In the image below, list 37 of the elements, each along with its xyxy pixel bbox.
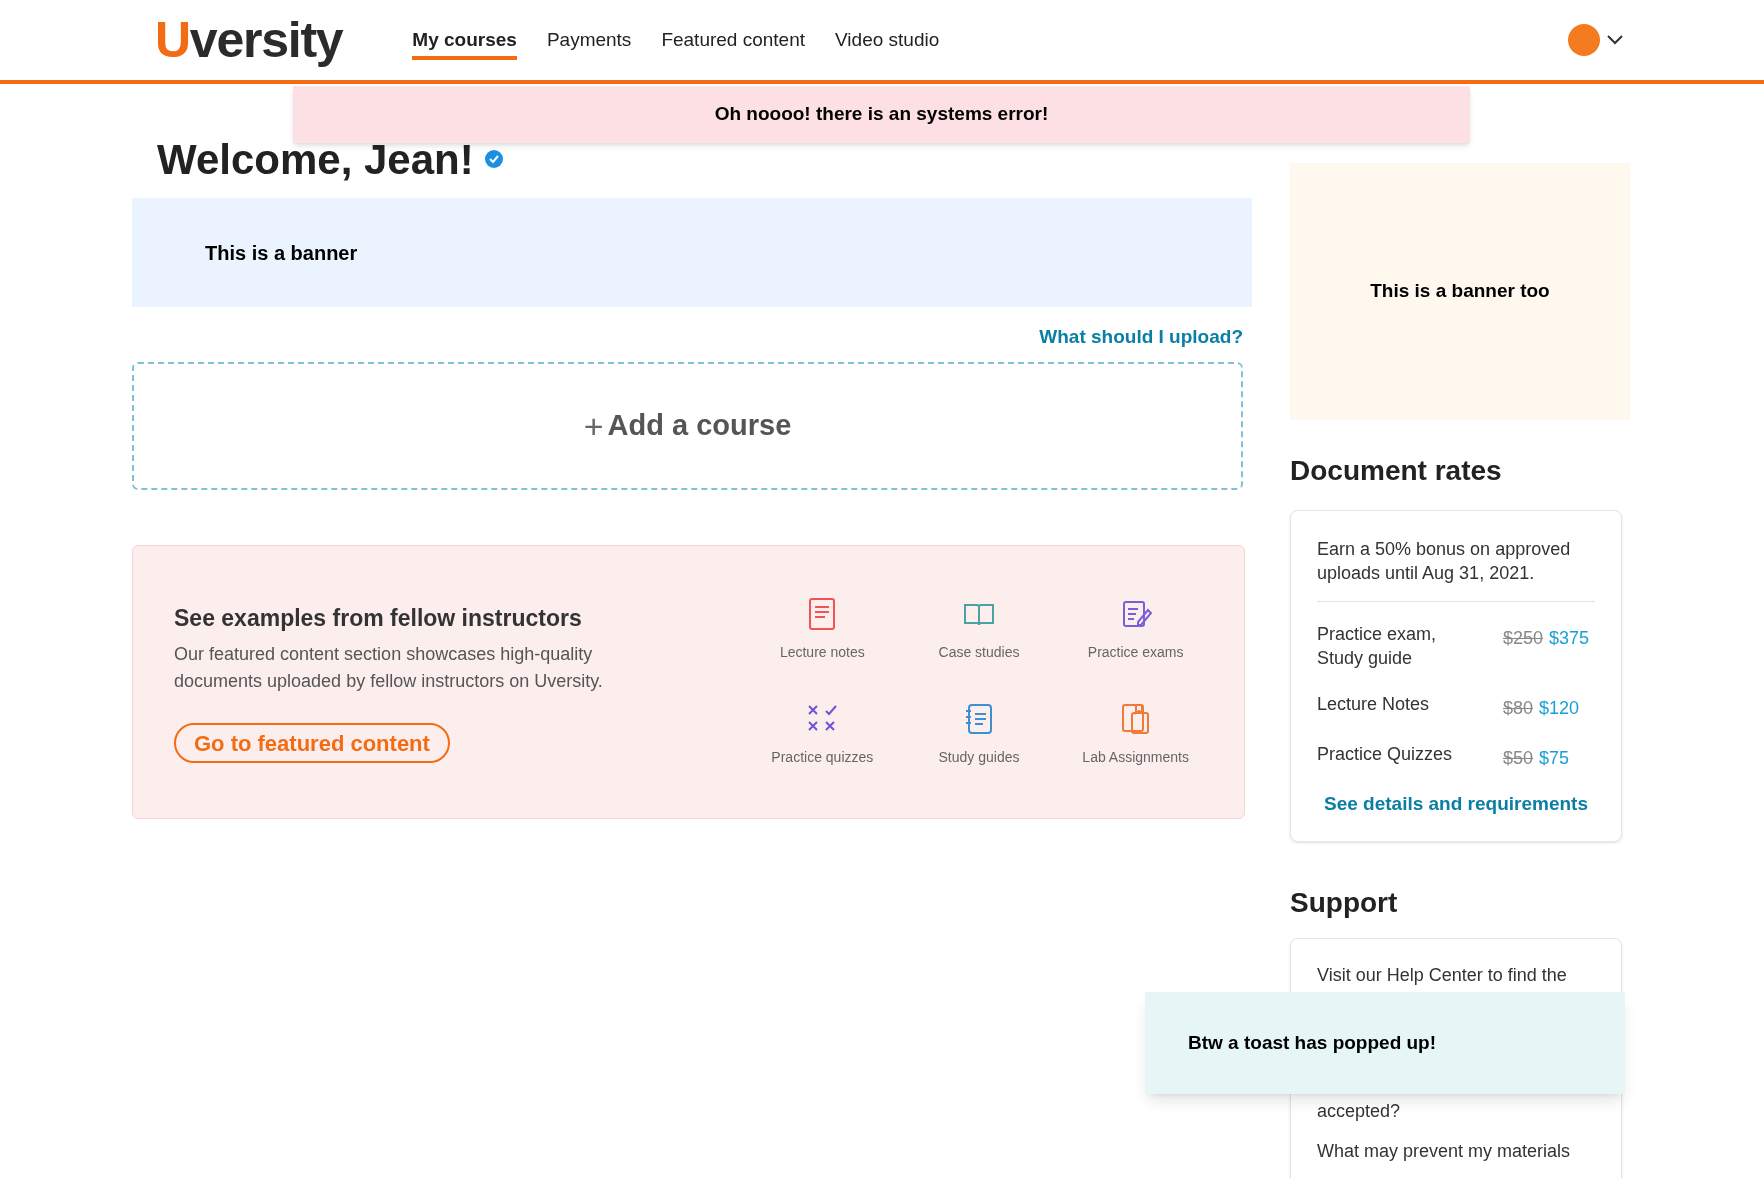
new-price: $375 <box>1549 627 1590 650</box>
section-heading: Document rates <box>1290 454 1503 488</box>
featured-title: See examples from fellow instructors <box>174 603 583 633</box>
nav-tab[interactable]: My courses <box>412 19 517 61</box>
upload-help-link[interactable]: What should I upload? <box>1039 323 1243 362</box>
old-price: $250 <box>1503 627 1544 650</box>
new-price: $120 <box>1539 697 1580 720</box>
content-type-label: Lab Assignments <box>1082 748 1189 767</box>
featured-description: Our featured content section showcases high-quality documents uploaded by fellow instructors on Uversity. <box>174 643 604 694</box>
add-course-button[interactable]: +Add a course <box>132 362 1243 490</box>
content-type-label: Practice exams <box>1087 643 1184 662</box>
support-text: What may prevent my materials <box>1317 1139 1572 1163</box>
avatar[interactable] <box>1568 24 1600 56</box>
nav-tab[interactable]: Payments <box>546 19 632 61</box>
rate-label: Practice Quizzes <box>1317 743 1454 766</box>
side-banner-text: This is a banner too <box>1370 279 1550 304</box>
old-price: $80 <box>1503 697 1534 720</box>
chevron-down-icon[interactable] <box>1606 34 1624 46</box>
rate-label: Lecture Notes <box>1317 693 1431 716</box>
error-alert: Oh noooo! there is an systems error! <box>293 86 1470 143</box>
bonus-text: Earn a 50% bonus on approved uploads until Aug 31, 2021. <box>1317 537 1595 602</box>
details-link[interactable]: See details and requirements <box>1317 790 1595 819</box>
banner-text: This is a banner <box>205 240 358 266</box>
toast: Btw a toast has popped up! <box>1145 992 1625 1094</box>
section-heading: Support <box>1290 885 1399 920</box>
content-type-label: Case studies <box>938 643 1020 662</box>
content-type-label: Study guides <box>938 748 1020 767</box>
support-text: accepted? <box>1317 1099 1402 1123</box>
nav-tab[interactable]: Video studio <box>835 19 940 61</box>
old-price: $50 <box>1503 747 1534 770</box>
rate-label: Practice exam, Study guide <box>1317 623 1438 670</box>
support-text: Visit our Help Center to find the <box>1317 963 1568 987</box>
content-type-label: Practice quizzes <box>771 748 874 767</box>
logo[interactable]: Uversity <box>155 15 343 65</box>
new-price: $75 <box>1539 747 1570 770</box>
nav-tab[interactable]: Featured content <box>661 19 806 61</box>
content-type-label: Lecture notes <box>779 643 865 662</box>
